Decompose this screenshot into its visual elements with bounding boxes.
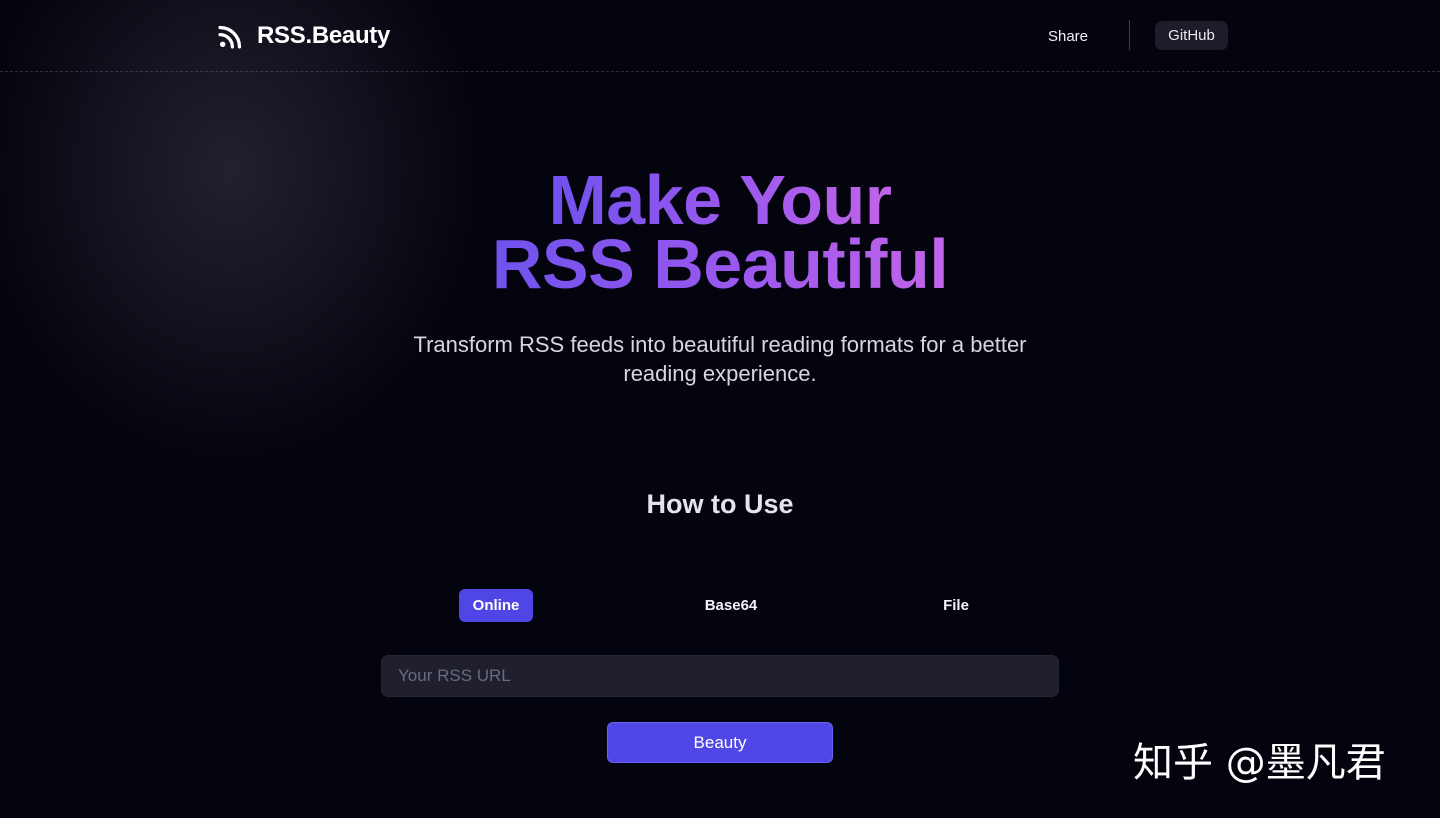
nav-divider bbox=[1129, 20, 1130, 50]
rss-url-input[interactable] bbox=[381, 655, 1059, 697]
brand-name: RSS.Beauty bbox=[257, 22, 391, 49]
hero-title: Make Your RSS Beautiful bbox=[0, 161, 1440, 303]
site-header: RSS.Beauty Share GitHub bbox=[0, 0, 1440, 72]
tab-base64[interactable]: Base64 bbox=[696, 589, 766, 622]
github-link[interactable]: GitHub bbox=[1155, 21, 1228, 50]
watermark-text: 知乎 @墨凡君 bbox=[1133, 740, 1386, 786]
tab-file[interactable]: File bbox=[935, 589, 977, 622]
how-to-use-title: How to Use bbox=[646, 489, 794, 519]
hero-title-line-2: RSS Beautiful bbox=[491, 225, 949, 303]
share-link[interactable]: Share bbox=[1036, 22, 1100, 50]
beauty-button[interactable]: Beauty bbox=[607, 722, 833, 763]
hero-subtitle: Transform RSS feeds into beautiful readi… bbox=[413, 332, 1027, 386]
brand-logo-link[interactable]: RSS.Beauty bbox=[218, 20, 390, 52]
tab-online[interactable]: Online bbox=[459, 589, 533, 622]
rss-icon bbox=[218, 25, 242, 49]
hero-title-line-1: Make Your bbox=[548, 161, 892, 239]
